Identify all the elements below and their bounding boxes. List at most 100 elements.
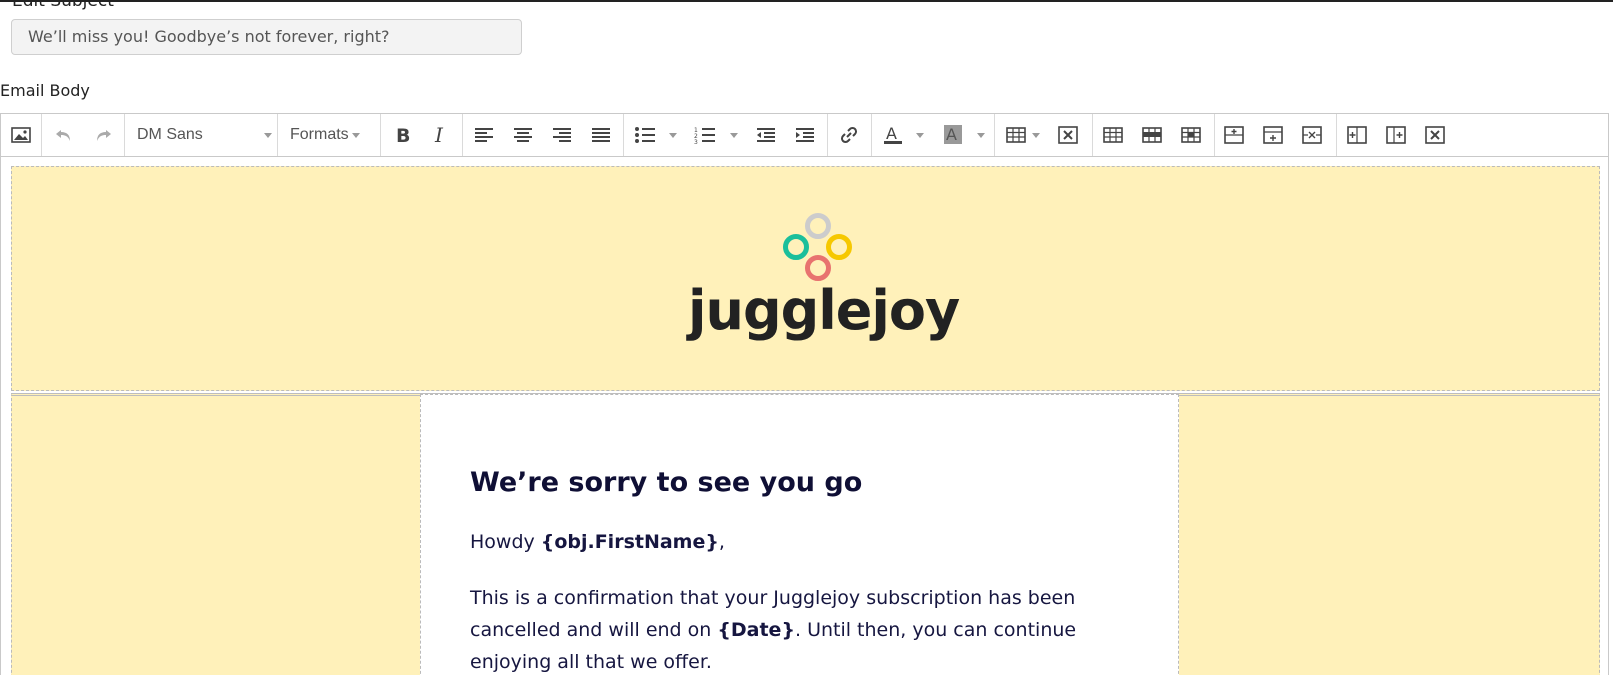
align-center-button[interactable] [508,120,538,150]
justify-button[interactable] [586,120,616,150]
align-left-icon [475,128,493,142]
toolbar-group-formats: Formats [278,114,381,156]
delete-row-button[interactable] [1297,120,1327,150]
table-cell-props-button[interactable] [1137,120,1167,150]
email-header-banner: jugglejoy [11,166,1600,391]
merge-cells-button[interactable] [1176,120,1206,150]
table-icon [1006,127,1026,143]
email-content-card: We’re sorry to see you go Howdy {obj.Fir… [420,394,1179,675]
outdent-icon [757,128,775,142]
chevron-down-icon[interactable] [916,133,924,138]
table-row-icon [1142,127,1162,143]
logo-rings-icon [783,213,852,281]
outdent-button[interactable] [751,120,781,150]
toolbar-group-lists: 123 [624,114,828,156]
toolbar-group-link [828,114,872,156]
link-button[interactable] [834,120,864,150]
undo-icon [56,130,70,141]
subject-input[interactable]: We’ll miss you! Goodbye’s not forever, r… [11,19,522,55]
insert-row-before-icon [1224,126,1244,144]
greeting-prefix: Howdy [470,531,541,553]
table-props-icon [1103,127,1123,143]
background-color-button[interactable]: A [938,120,968,150]
insert-row-after-icon [1263,126,1283,144]
email-heading: We’re sorry to see you go [470,467,863,498]
greeting-suffix: , [718,531,725,553]
toolbar-group-history [42,114,125,156]
indent-button[interactable] [790,120,820,150]
table-row-props-button[interactable] [1098,120,1128,150]
redo-button[interactable] [88,120,118,150]
toolbar-group-cols [1337,114,1459,156]
logo-wordmark: jugglejoy [688,279,960,342]
jugglejoy-logo: jugglejoy [688,211,960,351]
toolbar-group-colors: A A [872,114,995,156]
edit-subject-label: Edit Subject [12,0,114,11]
svg-text:B: B [396,126,410,144]
insert-col-before-icon [1347,126,1367,144]
toolbar-group-cells [1093,114,1215,156]
text-color-button[interactable]: A [878,120,908,150]
toolbar-group-table [995,114,1093,156]
greeting-paragraph: Howdy {obj.FirstName}, [470,526,1130,558]
align-right-button[interactable] [547,120,577,150]
undo-button[interactable] [49,120,79,150]
toolbar-group-align [463,114,624,156]
chevron-down-icon[interactable] [730,133,738,138]
insert-image-button[interactable] [6,120,36,150]
delete-table-button[interactable] [1053,120,1083,150]
image-icon [11,127,31,143]
chevron-down-icon [351,132,360,138]
insert-col-after-button[interactable] [1381,120,1411,150]
bullet-list-button[interactable] [630,120,660,150]
svg-text:I: I [434,126,444,144]
insert-col-before-button[interactable] [1342,120,1372,150]
confirmation-paragraph: This is a confirmation that your Jugglej… [470,582,1130,675]
bold-icon: B [396,126,410,144]
chevron-down-icon [264,132,272,138]
editor-toolbar: DM Sans Formats B I 1 2 3 A A [0,113,1609,157]
toolbar-group-image [1,114,42,156]
first-name-token: {obj.FirstName} [540,531,719,553]
delete-row-icon [1302,126,1322,144]
date-token: {Date} [717,619,795,641]
delete-table-icon [1058,126,1078,144]
italic-button[interactable]: I [425,120,455,150]
svg-text:A: A [946,125,957,144]
formats-label: Formats [290,126,349,143]
formats-select[interactable]: Formats [290,120,360,150]
svg-text:A: A [886,125,897,143]
top-divider [0,0,1613,2]
link-icon [840,126,858,144]
table-cell-icon [1181,127,1201,143]
toolbar-group-style: B I [381,114,463,156]
align-center-icon [514,128,532,142]
italic-icon: I [434,126,444,144]
toolbar-group-font: DM Sans [125,114,278,156]
delete-col-button[interactable] [1420,120,1450,150]
editor-content-area[interactable]: jugglejoy We’re sorry to see you go Howd… [0,157,1609,675]
email-content: We’re sorry to see you go Howdy {obj.Fir… [470,467,1130,675]
align-right-icon [553,128,571,142]
insert-row-before-button[interactable] [1219,120,1249,150]
justify-icon [592,128,610,142]
table-button[interactable] [1001,120,1031,150]
text-color-icon: A [884,125,902,144]
insert-col-after-icon [1386,126,1406,144]
background-color-icon: A [944,125,962,144]
chevron-down-icon[interactable] [1032,133,1040,138]
numbered-list-icon: 123 [694,127,715,144]
email-body-label: Email Body [0,81,90,100]
bullet-list-icon [635,127,655,143]
numbered-list-button[interactable]: 123 [690,120,720,150]
font-family-value: DM Sans [137,126,203,143]
insert-row-after-button[interactable] [1258,120,1288,150]
redo-icon [97,130,111,141]
chevron-down-icon[interactable] [977,133,985,138]
indent-icon [796,128,814,142]
chevron-down-icon[interactable] [669,133,677,138]
svg-text:3: 3 [694,139,698,144]
align-left-button[interactable] [469,120,499,150]
font-family-select[interactable]: DM Sans [137,120,272,150]
bold-button[interactable]: B [387,120,417,150]
